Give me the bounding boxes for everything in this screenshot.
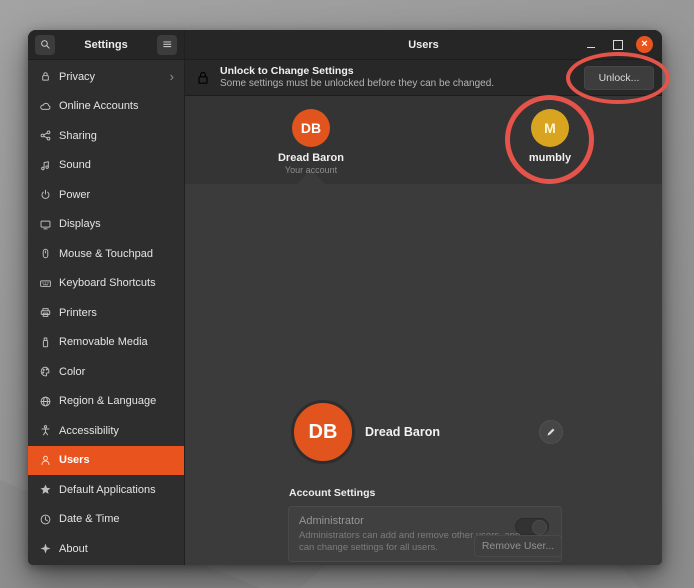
user-avatar: DB <box>291 400 355 464</box>
avatar: DB <box>292 109 330 147</box>
account-settings-header: Account Settings <box>289 487 375 499</box>
unlock-banner-text: Unlock to Change Settings Some settings … <box>220 65 494 90</box>
printer-icon <box>39 306 52 319</box>
search-button[interactable] <box>35 35 55 55</box>
music-note-icon <box>39 159 52 172</box>
user-name: Dread Baron <box>365 425 440 439</box>
mouse-icon <box>39 247 52 260</box>
user-carousel: DB Dread BaronYour account Mmumbly <box>185 96 662 184</box>
accessibility-icon <box>39 424 52 437</box>
sidebar-item-label: Users <box>59 454 90 466</box>
administrator-label: Administrator <box>299 515 551 527</box>
avatar: M <box>531 109 569 147</box>
sidebar-item-mouse-touchpad[interactable]: Mouse & Touchpad <box>28 239 184 269</box>
sidebar-header: Settings <box>28 30 184 60</box>
unlock-banner: Unlock to Change Settings Some settings … <box>185 60 662 96</box>
carousel-user-subtitle: Your account <box>246 165 376 175</box>
cloud-icon <box>39 100 52 113</box>
sidebar-item-label: About <box>59 543 88 555</box>
carousel-user-dread-baron[interactable]: DB Dread BaronYour account <box>246 109 376 175</box>
sidebar-item-label: Power <box>59 189 90 201</box>
clock-icon <box>39 513 52 526</box>
sidebar-item-label: Accessibility <box>59 425 119 437</box>
sidebar-item-region-language[interactable]: Region & Language <box>28 387 184 417</box>
sidebar-item-label: Default Applications <box>59 484 156 496</box>
user-detail-panel: DB Dread Baron Account Settings Administ… <box>185 184 662 565</box>
share-icon <box>39 129 52 142</box>
sidebar-item-label: Mouse & Touchpad <box>59 248 153 260</box>
sidebar-item-label: Online Accounts <box>59 100 139 112</box>
sidebar-item-label: Color <box>59 366 85 378</box>
search-icon <box>39 38 52 51</box>
carousel-user-name: mumbly <box>485 152 615 164</box>
sidebar-title: Settings <box>55 39 157 51</box>
sidebar-item-color[interactable]: Color <box>28 357 184 387</box>
edit-name-button[interactable] <box>539 420 563 444</box>
sidebar-item-keyboard-shortcuts[interactable]: Keyboard Shortcuts <box>28 269 184 299</box>
sidebar: Settings Privacy › Online Accounts Sharing S… <box>28 30 185 565</box>
carousel-user-mumbly[interactable]: Mmumbly <box>485 109 615 164</box>
sidebar-item-default-applications[interactable]: Default Applications <box>28 475 184 505</box>
sidebar-item-users[interactable]: Users <box>28 446 184 476</box>
sidebar-item-accessibility[interactable]: Accessibility <box>28 416 184 446</box>
lock-icon <box>195 70 211 86</box>
lock-icon <box>39 70 52 83</box>
palette-icon <box>39 365 52 378</box>
sparkle-icon <box>39 542 52 555</box>
sidebar-item-removable-media[interactable]: Removable Media <box>28 328 184 358</box>
maximize-button[interactable] <box>609 36 626 53</box>
minimize-button[interactable] <box>582 36 599 53</box>
sidebar-item-sound[interactable]: Sound <box>28 151 184 181</box>
power-icon <box>39 188 52 201</box>
keyboard-icon <box>39 277 52 290</box>
sidebar-item-privacy[interactable]: Privacy › <box>28 62 184 92</box>
sidebar-item-date-time[interactable]: Date & Time <box>28 505 184 535</box>
users-icon <box>39 454 52 467</box>
menu-button[interactable] <box>157 35 177 55</box>
sidebar-item-label: Keyboard Shortcuts <box>59 277 156 289</box>
unlock-banner-subtitle: Some settings must be unlocked before th… <box>220 78 494 90</box>
close-button[interactable]: × <box>636 36 653 53</box>
sidebar-item-sharing[interactable]: Sharing <box>28 121 184 151</box>
sidebar-item-label: Sound <box>59 159 91 171</box>
usb-icon <box>39 336 52 349</box>
sidebar-item-printers[interactable]: Printers <box>28 298 184 328</box>
sidebar-item-label: Privacy <box>59 71 95 83</box>
pencil-icon <box>545 426 557 438</box>
star-icon <box>39 483 52 496</box>
carousel-user-name: Dread Baron <box>246 152 376 164</box>
sidebar-list: Privacy › Online Accounts Sharing Sound Power… <box>28 60 184 565</box>
display-icon <box>39 218 52 231</box>
toggle-knob <box>532 520 547 535</box>
unlock-button[interactable]: Unlock... <box>584 66 654 90</box>
sidebar-item-label: Date & Time <box>59 513 120 525</box>
sidebar-item-about[interactable]: About <box>28 534 184 564</box>
sidebar-item-label: Sharing <box>59 130 97 142</box>
sidebar-item-label: Region & Language <box>59 395 156 407</box>
sidebar-item-label: Printers <box>59 307 97 319</box>
window-controls: × <box>582 36 653 53</box>
hamburger-icon <box>161 38 174 51</box>
chevron-right-icon: › <box>170 70 174 83</box>
globe-icon <box>39 395 52 408</box>
sidebar-item-power[interactable]: Power <box>28 180 184 210</box>
headerbar: Users × <box>185 30 662 60</box>
sidebar-item-label: Removable Media <box>59 336 148 348</box>
remove-user-button[interactable]: Remove User... <box>474 535 562 557</box>
sidebar-item-online-accounts[interactable]: Online Accounts <box>28 92 184 122</box>
sidebar-item-label: Displays <box>59 218 101 230</box>
settings-window: Settings Privacy › Online Accounts Sharing S… <box>28 30 662 565</box>
sidebar-item-displays[interactable]: Displays <box>28 210 184 240</box>
unlock-banner-title: Unlock to Change Settings <box>220 65 494 78</box>
administrator-toggle[interactable] <box>515 518 549 535</box>
users-panel: Users × Unlock to Change Settings Some s… <box>185 30 662 565</box>
